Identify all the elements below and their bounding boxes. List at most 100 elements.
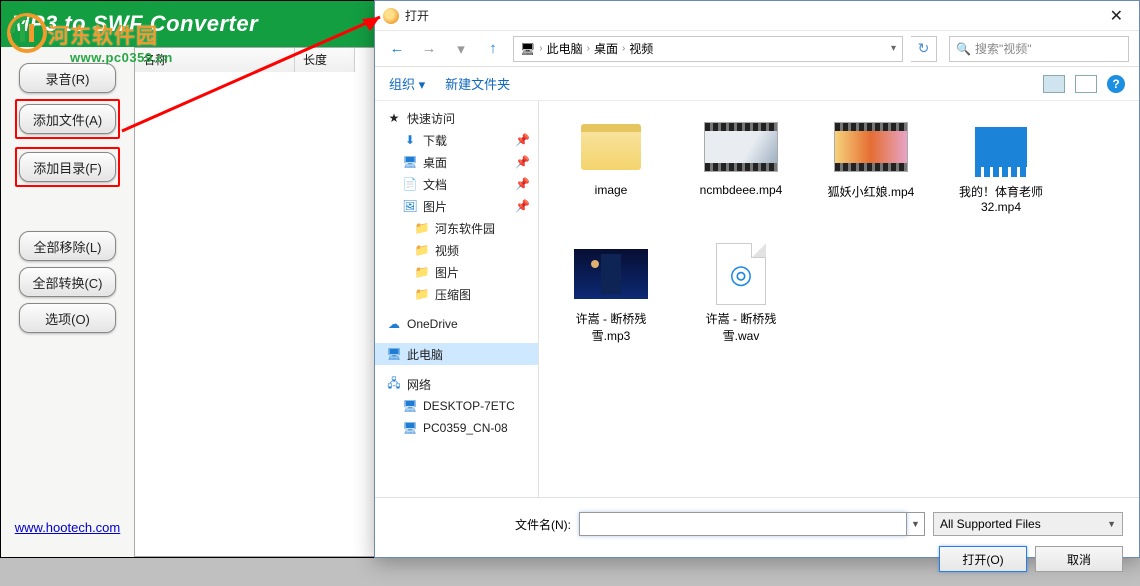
tree-net-node-2[interactable]: 🖥PC0359_CN-08	[375, 417, 538, 439]
search-icon: 🔍	[956, 42, 971, 56]
tree-quick-access[interactable]: ★快速访问	[375, 107, 538, 129]
folder-icon	[581, 124, 641, 170]
search-placeholder: 搜索"视频"	[975, 40, 1032, 57]
sidebar-footer: www.hootech.com	[15, 519, 121, 547]
breadcrumb-2[interactable]: 视频	[629, 40, 653, 57]
open-button[interactable]: 打开(O)	[939, 546, 1027, 572]
breadcrumb-1[interactable]: 桌面	[594, 40, 618, 57]
filetype-combo[interactable]: All Supported Files ▼	[933, 512, 1123, 536]
col-length[interactable]: 长度	[295, 48, 355, 72]
search-input[interactable]: 🔍 搜索"视频"	[949, 36, 1129, 62]
filename-dropdown-icon[interactable]: ▼	[907, 512, 925, 536]
chevron-down-icon: ▼	[1107, 519, 1116, 529]
video-thumb-icon	[834, 122, 908, 172]
watermark-logo-icon	[6, 12, 48, 54]
tree-onedrive[interactable]: ☁OneDrive	[375, 313, 538, 335]
tree-this-pc[interactable]: 🖥此电脑	[375, 343, 538, 365]
file-item[interactable]: 狐妖小红娘.mp4	[823, 117, 919, 214]
dialog-navbar: ← → ▾ ↑ 🖥 › 此电脑 › 桌面 › 视频 ▾ ↻ 🔍 搜索"视频"	[375, 31, 1139, 67]
folder-icon: 📁	[415, 265, 429, 279]
nav-up-icon[interactable]: ↑	[481, 37, 505, 61]
folder-icon: 📁	[415, 221, 429, 235]
tree-desktop[interactable]: 🖥桌面📌	[375, 151, 538, 173]
monitor-icon: 🖥	[403, 421, 417, 435]
file-label: 许嵩 - 断桥残雪.mp3	[563, 310, 659, 344]
filename-input[interactable]	[579, 512, 907, 536]
folder-icon: 📁	[415, 243, 429, 257]
tree-video[interactable]: 📁视频	[375, 239, 538, 261]
chevron-down-icon[interactable]: ▾	[891, 43, 896, 54]
file-item[interactable]: ncmbdeee.mp4	[693, 117, 789, 214]
new-folder-button[interactable]: 新建文件夹	[445, 74, 510, 93]
chevron-right-icon: ›	[539, 43, 542, 54]
dialog-titlebar: 打开 ✕	[375, 1, 1139, 31]
tree-compressed[interactable]: 📁压缩图	[375, 283, 538, 305]
file-item[interactable]: image	[563, 117, 659, 214]
pin-icon: 📌	[515, 155, 530, 169]
network-icon: 🖧	[387, 377, 401, 391]
file-item[interactable]: 许嵩 - 断桥残雪.mp3	[563, 244, 659, 344]
picture-icon: 🖼	[403, 199, 417, 213]
app-title: MP3 to SWF Converter	[11, 11, 258, 37]
document-icon: 📄	[403, 177, 417, 191]
nav-recent-icon[interactable]: ▾	[449, 37, 473, 61]
file-item[interactable]: ◎ 许嵩 - 断桥残雪.wav	[693, 244, 789, 344]
monitor-icon: 🖥	[403, 399, 417, 413]
file-label: 我的！体育老师32.mp4	[953, 183, 1049, 214]
pin-icon: 📌	[515, 177, 530, 191]
view-mode-icon[interactable]	[1043, 75, 1065, 93]
watermark-url: www.pc0359.cn	[70, 50, 173, 65]
cloud-icon: ☁	[387, 317, 401, 331]
file-label: image	[595, 183, 628, 197]
star-icon: ★	[387, 111, 401, 125]
options-button[interactable]: 选项(O)	[19, 303, 116, 333]
video-thumb-icon	[704, 122, 778, 172]
tree-net-node-1[interactable]: 🖥DESKTOP-7ETC	[375, 395, 538, 417]
movie-icon	[975, 127, 1027, 167]
tree-documents[interactable]: 📄文档📌	[375, 173, 538, 195]
tree-pictures2[interactable]: 📁图片	[375, 261, 538, 283]
file-grid: image ncmbdeee.mp4 狐妖小红娘.mp4 我的！体育老师32.m…	[539, 101, 1139, 497]
highlight-add-dir: 添加目录(F)	[15, 147, 120, 187]
help-icon[interactable]: ?	[1107, 75, 1125, 93]
mp3-thumb-icon	[574, 249, 648, 299]
highlight-add-file: 添加文件(A)	[15, 99, 120, 139]
file-item[interactable]: 我的！体育老师32.mp4	[953, 117, 1049, 214]
tree-downloads[interactable]: ⬇下载📌	[375, 129, 538, 151]
audio-file-icon: ◎	[716, 243, 766, 305]
convert-all-button[interactable]: 全部转换(C)	[19, 267, 116, 297]
chevron-right-icon: ›	[587, 43, 590, 54]
folder-icon: 📁	[415, 287, 429, 301]
footer-link[interactable]: www.hootech.com	[15, 520, 121, 535]
tree-pictures[interactable]: 🖼图片📌	[375, 195, 538, 217]
remove-all-button[interactable]: 全部移除(L)	[19, 231, 116, 261]
breadcrumb-0[interactable]: 此电脑	[547, 40, 583, 57]
record-button[interactable]: 录音(R)	[19, 63, 116, 93]
cancel-button[interactable]: 取消	[1035, 546, 1123, 572]
refresh-icon[interactable]: ↻	[911, 36, 937, 62]
preview-pane-icon[interactable]	[1075, 75, 1097, 93]
file-label: 狐妖小红娘.mp4	[828, 183, 915, 200]
tree-network[interactable]: 🖧网络	[375, 373, 538, 395]
add-file-button[interactable]: 添加文件(A)	[19, 104, 116, 134]
pin-icon: 📌	[515, 133, 530, 147]
tree-hedong[interactable]: 📁河东软件园	[375, 217, 538, 239]
pc-icon: 🖥	[387, 347, 401, 361]
open-file-dialog: 打开 ✕ ← → ▾ ↑ 🖥 › 此电脑 › 桌面 › 视频 ▾ ↻ 🔍 搜索"…	[374, 0, 1140, 558]
filetype-label: All Supported Files	[940, 517, 1041, 531]
file-label: ncmbdeee.mp4	[700, 183, 783, 197]
organize-menu[interactable]: 组织 ▾	[389, 74, 425, 93]
breadcrumb[interactable]: 🖥 › 此电脑 › 桌面 › 视频 ▾	[513, 36, 903, 62]
add-dir-button[interactable]: 添加目录(F)	[19, 152, 116, 182]
desktop-icon: 🖥	[403, 155, 417, 169]
filename-label: 文件名(N):	[391, 516, 571, 533]
dialog-footer: 文件名(N): ▼ All Supported Files ▼ 打开(O) 取消	[375, 497, 1139, 586]
folder-tree: ★快速访问 ⬇下载📌 🖥桌面📌 📄文档📌 🖼图片📌 📁河东软件园 📁视频 📁图片…	[375, 101, 539, 497]
dialog-toolbar: 组织 ▾ 新建文件夹 ?	[375, 67, 1139, 101]
file-label: 许嵩 - 断桥残雪.wav	[693, 310, 789, 344]
nav-back-icon[interactable]: ←	[385, 37, 409, 61]
dialog-title-icon	[383, 8, 399, 24]
close-icon[interactable]: ✕	[1102, 4, 1131, 28]
breadcrumb-pc-icon: 🖥	[520, 42, 535, 56]
sidebar: 录音(R) 添加文件(A) 添加目录(F) 全部移除(L) 全部转换(C) 选项…	[1, 47, 134, 557]
